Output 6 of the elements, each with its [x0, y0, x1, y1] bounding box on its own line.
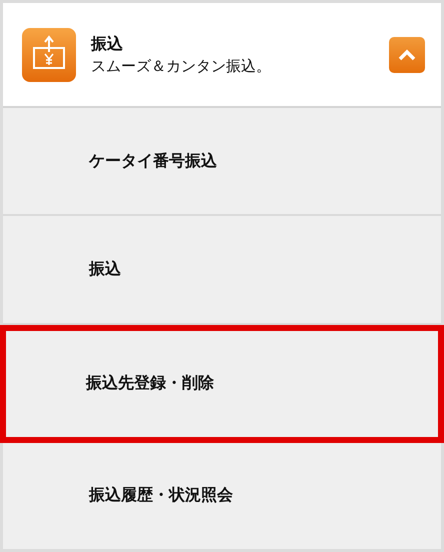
section-subtitle: スムーズ＆カンタン振込。: [91, 56, 272, 76]
chevron-up-icon: [398, 48, 416, 60]
transfer-icon: [22, 28, 76, 82]
menu-item[interactable]: 振込先登録・削除: [0, 324, 444, 443]
section-title: 振込: [91, 34, 124, 54]
collapse-button[interactable]: [389, 36, 425, 72]
